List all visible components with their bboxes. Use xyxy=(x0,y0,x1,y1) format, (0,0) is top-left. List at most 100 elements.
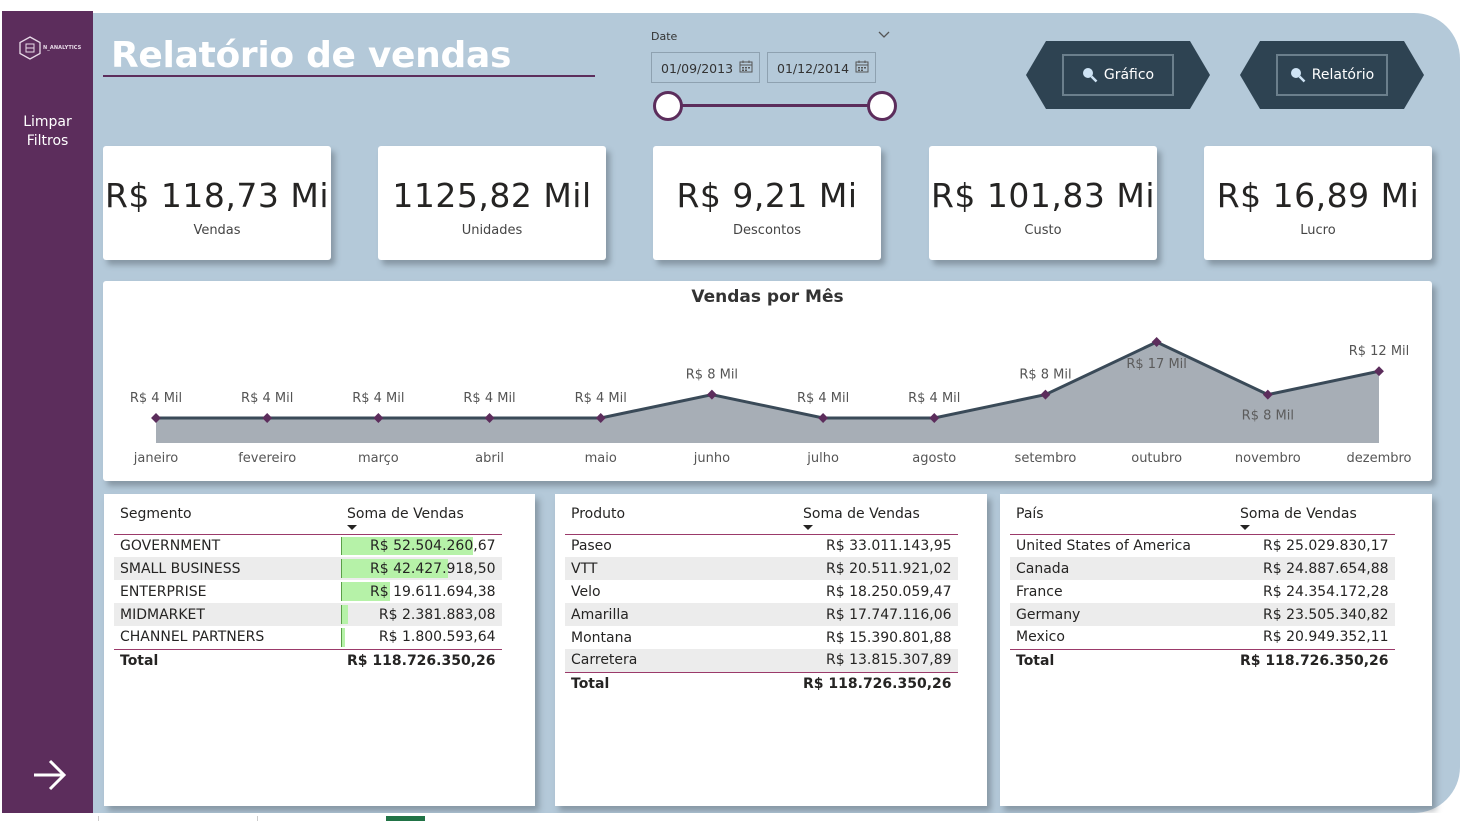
product-table-card: Produto Soma de Vendas Paseo R$ 33.011.14… xyxy=(555,494,987,806)
segment-table-card: Segmento Soma de Vendas GOVERNMENT R$ 52.… xyxy=(104,494,535,806)
x-tick-label: novembro xyxy=(1235,451,1301,466)
row-value-cell: R$ 17.747.116,06 xyxy=(797,603,958,626)
row-label: GOVERNMENT xyxy=(120,537,221,554)
kpi-card-unidades: 1125,82 Mil Unidades xyxy=(378,146,606,260)
segment-table: Segmento Soma de Vendas GOVERNMENT R$ 52.… xyxy=(114,506,502,672)
title-underline xyxy=(103,75,595,77)
table-row[interactable]: Amarilla R$ 17.747.116,06 xyxy=(565,603,958,626)
row-value: R$ 42.427.918,50 xyxy=(370,560,496,577)
data-label: R$ 4 Mil xyxy=(463,391,515,406)
country-table: País Soma de Vendas United States of Ame… xyxy=(1010,506,1395,672)
kpi-value: R$ 16,89 Mi xyxy=(1216,176,1420,215)
table-row[interactable]: ENTERPRISE R$ 19.611.694,38 xyxy=(114,580,502,603)
table-row[interactable]: United States of America R$ 25.029.830,17 xyxy=(1010,534,1395,557)
row-value: R$ 52.504.260,67 xyxy=(370,537,496,554)
column-header-sales[interactable]: Soma de Vendas xyxy=(341,506,502,535)
row-value-cell: R$ 52.504.260,67 xyxy=(341,534,502,557)
calendar-icon[interactable] xyxy=(855,60,869,73)
table-row[interactable]: Canada R$ 24.887.654,88 xyxy=(1010,557,1395,580)
tab-divider xyxy=(98,816,99,821)
row-label: Germany xyxy=(1010,603,1234,626)
column-header-segment[interactable]: Segmento xyxy=(114,506,341,535)
row-value: R$ 24.354.172,28 xyxy=(1263,583,1389,600)
column-header-country[interactable]: País xyxy=(1010,506,1234,535)
table-row[interactable]: Montana R$ 15.390.801,88 xyxy=(565,626,958,649)
total-label: Total xyxy=(565,671,797,695)
total-value: R$ 118.726.350,26 xyxy=(341,648,502,672)
x-tick-label: fevereiro xyxy=(238,451,296,466)
date-range-slider[interactable] xyxy=(668,104,882,107)
calendar-icon[interactable] xyxy=(739,60,753,73)
kpi-label: Unidades xyxy=(461,223,523,238)
table-row[interactable]: Germany R$ 23.505.340,82 xyxy=(1010,603,1395,626)
column-header-sales[interactable]: Soma de Vendas xyxy=(797,506,958,535)
row-value-cell: R$ 13.815.307,89 xyxy=(797,649,958,672)
table-row[interactable]: MIDMARKET R$ 2.381.883,08 xyxy=(114,603,502,626)
chart-page-button[interactable]: Gráfico xyxy=(1026,41,1210,109)
slider-start-handle[interactable] xyxy=(653,91,683,121)
kpi-label: Vendas xyxy=(193,223,241,238)
data-label: R$ 8 Mil xyxy=(1242,409,1294,424)
data-label: R$ 4 Mil xyxy=(352,391,404,406)
x-tick-label: julho xyxy=(806,451,839,466)
total-label: Total xyxy=(114,648,341,672)
data-label: R$ 4 Mil xyxy=(908,391,960,406)
chart-button-label: Gráfico xyxy=(1103,67,1155,83)
row-label: France xyxy=(1016,583,1063,600)
row-value-cell: R$ 2.381.883,08 xyxy=(341,603,502,626)
row-value-cell: R$ 33.011.143,95 xyxy=(797,534,958,557)
row-value: R$ 2.381.883,08 xyxy=(378,606,496,623)
row-value: R$ 19.611.694,38 xyxy=(370,583,496,600)
data-label: R$ 8 Mil xyxy=(1019,368,1071,383)
table-row[interactable]: Mexico R$ 20.949.352,11 xyxy=(1010,626,1395,649)
row-label: Carretera xyxy=(565,649,797,672)
row-label: VTT xyxy=(565,557,797,580)
kpi-card-vendas: R$ 118,73 Mi Vendas xyxy=(103,146,331,260)
end-date-input[interactable]: 01/12/2014 xyxy=(767,52,876,83)
kpi-value: R$ 9,21 Mi xyxy=(676,176,858,215)
kpi-value: 1125,82 Mil xyxy=(392,176,592,215)
column-header-label: Soma de Vendas xyxy=(803,506,920,522)
start-date-input[interactable]: 01/09/2013 xyxy=(651,52,760,83)
x-tick-label: maio xyxy=(585,451,617,466)
kpi-value: R$ 118,73 Mi xyxy=(104,176,329,215)
chevron-down-icon[interactable] xyxy=(877,29,891,41)
row-label: United States of America xyxy=(1016,537,1191,554)
row-value: R$ 15.390.801,88 xyxy=(826,629,952,646)
row-label: Paseo xyxy=(571,537,612,554)
row-label: ENTERPRISE xyxy=(120,583,207,600)
data-label: R$ 17 Mil xyxy=(1126,357,1187,372)
column-header-product[interactable]: Produto xyxy=(565,506,797,535)
page-title: Relatório de vendas xyxy=(111,35,512,76)
table-row[interactable]: SMALL BUSINESS R$ 42.427.918,50 xyxy=(114,557,502,580)
kpi-card-lucro: R$ 16,89 Mi Lucro xyxy=(1204,146,1432,260)
kpi-label: Descontos xyxy=(733,223,801,238)
table-row[interactable]: VTT R$ 20.511.921,02 xyxy=(565,557,958,580)
tab-divider xyxy=(257,816,258,821)
report-page-button[interactable]: Relatório xyxy=(1240,41,1424,109)
data-label: R$ 4 Mil xyxy=(241,391,293,406)
table-row[interactable]: Velo R$ 18.250.059,47 xyxy=(565,580,958,603)
country-table-card: País Soma de Vendas United States of Ame… xyxy=(1000,494,1432,806)
row-value-cell: R$ 1.800.593,64 xyxy=(341,626,502,649)
slider-end-handle[interactable] xyxy=(867,91,897,121)
table-row[interactable]: Paseo R$ 33.011.143,95 xyxy=(565,534,958,557)
column-header-sales[interactable]: Soma de Vendas xyxy=(1234,506,1395,535)
row-value-cell: R$ 20.949.352,11 xyxy=(1234,626,1395,649)
x-tick-label: março xyxy=(358,451,399,466)
table-row[interactable]: GOVERNMENT R$ 52.504.260,67 xyxy=(114,534,502,557)
kpi-label: Custo xyxy=(1024,223,1062,238)
data-bar xyxy=(341,605,348,624)
series-area xyxy=(156,342,1379,443)
active-page-tab[interactable] xyxy=(386,816,425,821)
kpi-card-descontos: R$ 9,21 Mi Descontos xyxy=(653,146,881,260)
logo: N_ANALYTICS xyxy=(19,36,81,60)
row-label: Mexico xyxy=(1016,629,1065,646)
table-row[interactable]: CHANNEL PARTNERS R$ 1.800.593,64 xyxy=(114,626,502,649)
report-canvas: N_ANALYTICS Limpar Filtros Relatório de … xyxy=(0,0,1470,821)
arrow-right-icon[interactable] xyxy=(30,755,70,795)
row-value: R$ 23.505.340,82 xyxy=(1263,606,1389,623)
clear-filters-button[interactable]: Limpar Filtros xyxy=(2,113,93,151)
table-row[interactable]: France R$ 24.354.172,28 xyxy=(1010,580,1395,603)
table-row[interactable]: Carretera R$ 13.815.307,89 xyxy=(565,649,958,672)
